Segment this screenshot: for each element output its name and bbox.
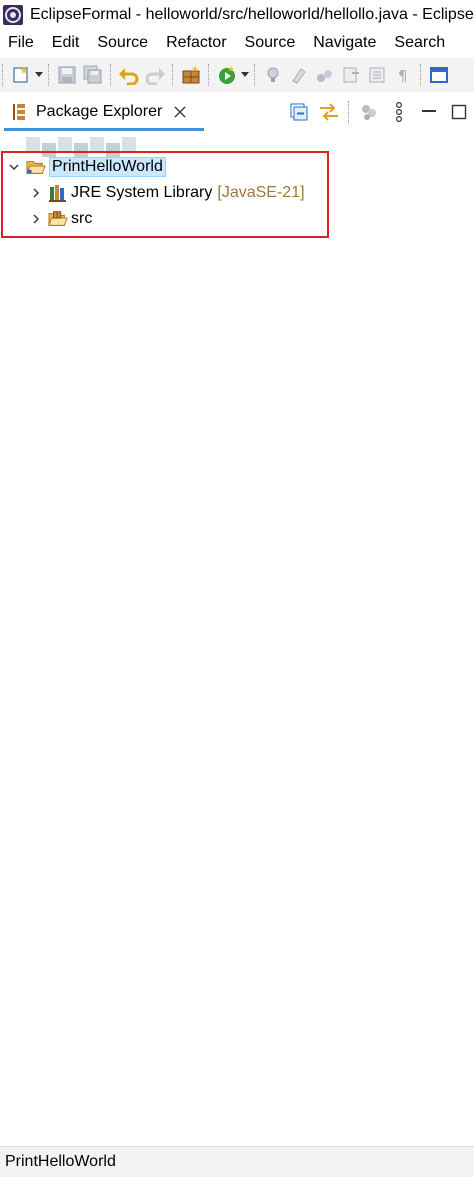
next-annotation-button[interactable] [339, 63, 363, 87]
dropdown-arrow-icon [35, 72, 43, 77]
redo-icon [145, 68, 165, 85]
view-separator [348, 101, 350, 123]
library-name: JRE System Library [71, 184, 213, 201]
collapse-all-icon [290, 103, 308, 121]
prev-annotation-button[interactable] [365, 63, 389, 87]
svg-text:¶: ¶ [398, 67, 408, 85]
minimize-icon [422, 110, 436, 112]
eclipse-app-icon [3, 5, 23, 25]
package-explorer-header: Package Explorer [0, 93, 474, 132]
run-icon [219, 66, 235, 84]
run-dropdown[interactable] [240, 63, 250, 87]
toolbar-separator [172, 64, 174, 86]
expand-toggle[interactable] [28, 185, 44, 201]
undo-button[interactable] [117, 63, 141, 87]
main-toolbar: ¶ [0, 58, 474, 92]
library-version: [JavaSE-21] [217, 184, 305, 201]
open-perspective-button[interactable] [427, 63, 451, 87]
save-button[interactable] [55, 63, 79, 87]
close-tab-button[interactable] [172, 104, 188, 120]
close-icon [174, 106, 186, 118]
chevron-down-icon [9, 164, 19, 170]
view-actions [284, 93, 474, 131]
filters-icon [362, 105, 376, 120]
menu-refactor[interactable]: Refactor [157, 30, 235, 55]
menu-file[interactable]: File [0, 30, 43, 55]
window-title-bar: EclipseFormal - helloworld/src/helloworl… [0, 0, 474, 30]
run-button[interactable] [215, 63, 239, 87]
show-whitespace-button[interactable]: ¶ [391, 63, 415, 87]
undo-icon [119, 68, 139, 85]
expand-toggle[interactable] [6, 159, 22, 175]
view-menu-button[interactable] [386, 99, 412, 125]
perspective-icon [430, 67, 448, 83]
package-explorer-icon [13, 104, 25, 120]
window-title: EclipseFormal - helloworld/src/helloworl… [30, 6, 474, 23]
library-icon [48, 183, 68, 203]
toolbar-separator [254, 64, 256, 86]
package-explorer-tree: PrintHelloWorld JRE System Library [Java… [0, 131, 474, 1144]
tab-package-explorer[interactable]: Package Explorer [4, 93, 204, 131]
package-icon [182, 66, 200, 84]
dropdown-arrow-icon [241, 72, 249, 77]
menu-edit[interactable]: Edit [43, 30, 89, 55]
chevron-right-icon [33, 188, 39, 198]
mark-occurrences-button[interactable] [287, 63, 311, 87]
expand-toggle[interactable] [28, 211, 44, 227]
view-menu-icon [395, 101, 403, 123]
new-file-icon [13, 66, 28, 83]
source-folder-icon [48, 209, 68, 229]
tree-item-project[interactable]: PrintHelloWorld [6, 155, 166, 179]
lightbulb-icon [267, 67, 279, 82]
collapse-all-button[interactable] [286, 99, 312, 125]
toolbar-separator [110, 64, 112, 86]
build-button[interactable] [179, 63, 203, 87]
highlighter-icon [292, 68, 306, 84]
nodes-icon [317, 70, 332, 82]
new-wizard-dropdown[interactable] [34, 63, 44, 87]
toggle-breadcrumb-button[interactable] [261, 63, 285, 87]
menu-navigate[interactable]: Navigate [304, 30, 385, 55]
open-project-folder-icon [26, 157, 46, 177]
maximize-icon [451, 104, 467, 120]
src-folder-name: src [71, 210, 93, 227]
maximize-button[interactable] [446, 99, 472, 125]
link-with-editor-icon [320, 103, 338, 121]
toolbar-separator [208, 64, 210, 86]
status-bar: PrintHelloWorld [0, 1146, 474, 1177]
redo-button[interactable] [143, 63, 167, 87]
save-icon [58, 66, 76, 84]
save-all-button[interactable] [81, 63, 105, 87]
document-lines-icon [369, 67, 385, 83]
menu-source[interactable]: Source [88, 30, 157, 55]
minimize-button[interactable] [416, 99, 442, 125]
menu-bar: File Edit Source Refactor Source Navigat… [0, 30, 474, 55]
project-name: PrintHelloWorld [49, 157, 166, 177]
block-selection-button[interactable] [313, 63, 337, 87]
link-with-editor-button[interactable] [316, 99, 342, 125]
chevron-right-icon [33, 214, 39, 224]
tree-item-jre-library[interactable]: JRE System Library [JavaSE-21] [28, 181, 305, 205]
filters-button[interactable] [356, 99, 382, 125]
toolbar-separator [48, 64, 50, 86]
annotation-icon [343, 67, 359, 83]
tree-item-src[interactable]: src [28, 207, 92, 231]
tab-label: Package Explorer [36, 103, 163, 120]
menu-source-2[interactable]: Source [236, 30, 305, 55]
toolbar-separator [420, 64, 422, 86]
save-all-icon [83, 65, 102, 84]
menu-search[interactable]: Search [385, 30, 454, 55]
status-text: PrintHelloWorld [5, 1153, 116, 1170]
pilcrow-icon: ¶ [398, 67, 408, 85]
new-wizard-button[interactable] [9, 63, 33, 87]
toolbar-separator [2, 64, 4, 86]
